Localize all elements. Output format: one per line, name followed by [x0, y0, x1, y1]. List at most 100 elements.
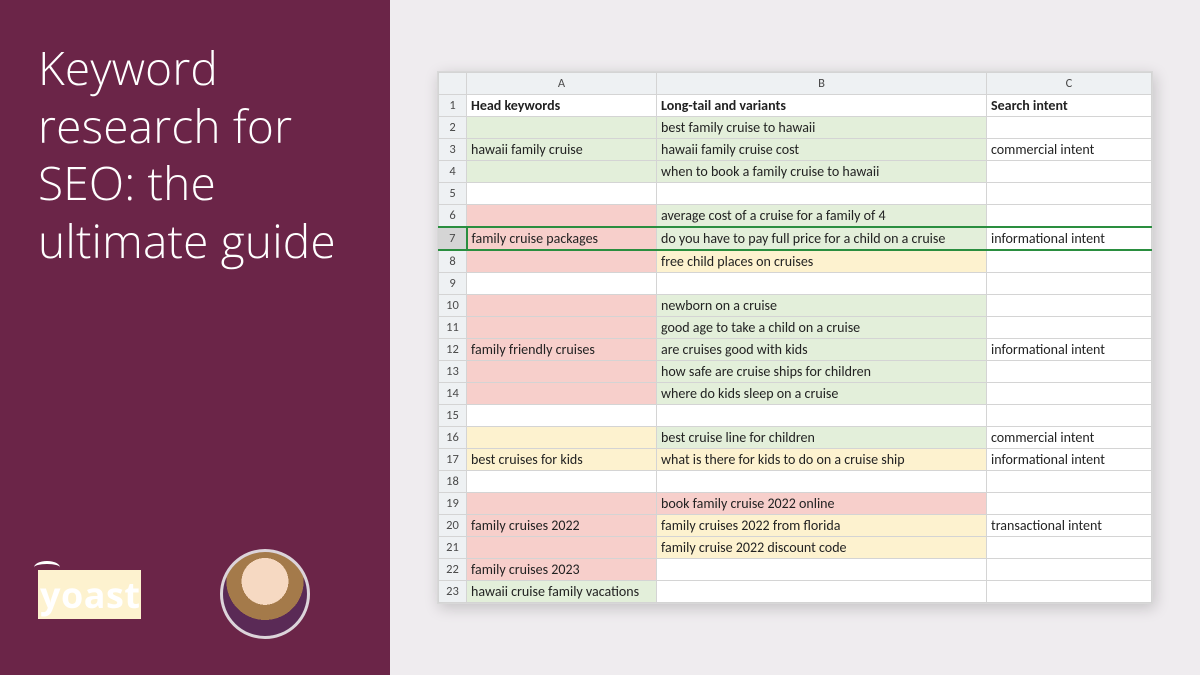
- cell-A[interactable]: [467, 471, 657, 493]
- cell-C[interactable]: [987, 405, 1152, 427]
- row-header[interactable]: 13: [439, 361, 467, 383]
- row-header[interactable]: 11: [439, 317, 467, 339]
- row-header[interactable]: 9: [439, 273, 467, 295]
- row-header[interactable]: 22: [439, 559, 467, 581]
- cell-A[interactable]: [467, 427, 657, 449]
- col-header-B[interactable]: B: [657, 73, 987, 95]
- cell-B[interactable]: are cruises good with kids: [657, 339, 987, 361]
- cell-B[interactable]: Long-tail and variants: [657, 95, 987, 117]
- cell-C[interactable]: [987, 493, 1152, 515]
- row-header[interactable]: 17: [439, 449, 467, 471]
- cell-C[interactable]: [987, 295, 1152, 317]
- cell-A[interactable]: [467, 405, 657, 427]
- cell-C[interactable]: [987, 117, 1152, 139]
- cell-A[interactable]: family cruises 2023: [467, 559, 657, 581]
- row-header[interactable]: 21: [439, 537, 467, 559]
- cell-B[interactable]: best family cruise to hawaii: [657, 117, 987, 139]
- row-header[interactable]: 20: [439, 515, 467, 537]
- row-header[interactable]: 19: [439, 493, 467, 515]
- cell-C[interactable]: [987, 471, 1152, 493]
- cell-A[interactable]: [467, 250, 657, 273]
- col-header-A[interactable]: A: [467, 73, 657, 95]
- cell-C[interactable]: [987, 317, 1152, 339]
- cell-B[interactable]: hawaii family cruise cost: [657, 139, 987, 161]
- cell-A[interactable]: family friendly cruises: [467, 339, 657, 361]
- cell-A[interactable]: [467, 383, 657, 405]
- spreadsheet-table: A B C 1Head keywordsLong-tail and varian…: [438, 72, 1152, 603]
- cell-A[interactable]: family cruises 2022: [467, 515, 657, 537]
- col-header-C[interactable]: C: [987, 73, 1152, 95]
- row-header[interactable]: 4: [439, 161, 467, 183]
- row-header[interactable]: 12: [439, 339, 467, 361]
- select-all-corner[interactable]: [439, 73, 467, 95]
- cell-B[interactable]: average cost of a cruise for a family of…: [657, 205, 987, 228]
- row-header[interactable]: 23: [439, 581, 467, 603]
- cell-A[interactable]: [467, 183, 657, 205]
- cell-A[interactable]: [467, 161, 657, 183]
- cell-B[interactable]: [657, 581, 987, 603]
- table-row: 1Head keywordsLong-tail and variantsSear…: [439, 95, 1152, 117]
- row-header[interactable]: 3: [439, 139, 467, 161]
- cell-C[interactable]: [987, 361, 1152, 383]
- cell-A[interactable]: [467, 205, 657, 228]
- row-header[interactable]: 5: [439, 183, 467, 205]
- cell-A[interactable]: Head keywords: [467, 95, 657, 117]
- column-header-row: A B C: [439, 73, 1152, 95]
- cell-B[interactable]: when to book a family cruise to hawaii: [657, 161, 987, 183]
- row-header[interactable]: 14: [439, 383, 467, 405]
- cell-B[interactable]: good age to take a child on a cruise: [657, 317, 987, 339]
- cell-B[interactable]: how safe are cruise ships for children: [657, 361, 987, 383]
- cell-B[interactable]: [657, 183, 987, 205]
- cell-C[interactable]: [987, 161, 1152, 183]
- cell-C[interactable]: [987, 559, 1152, 581]
- cell-C[interactable]: [987, 383, 1152, 405]
- cell-B[interactable]: newborn on a cruise: [657, 295, 987, 317]
- cell-C[interactable]: [987, 250, 1152, 273]
- row-header[interactable]: 16: [439, 427, 467, 449]
- cell-C[interactable]: [987, 183, 1152, 205]
- cell-B[interactable]: best cruise line for children: [657, 427, 987, 449]
- cell-B[interactable]: [657, 273, 987, 295]
- cell-C[interactable]: transactional intent: [987, 515, 1152, 537]
- cell-B[interactable]: family cruise 2022 discount code: [657, 537, 987, 559]
- cell-C[interactable]: informational intent: [987, 227, 1152, 250]
- row-header[interactable]: 2: [439, 117, 467, 139]
- cell-B[interactable]: [657, 471, 987, 493]
- cell-A[interactable]: hawaii cruise family vacations: [467, 581, 657, 603]
- cell-B[interactable]: what is there for kids to do on a cruise…: [657, 449, 987, 471]
- cell-B[interactable]: [657, 559, 987, 581]
- row-header[interactable]: 18: [439, 471, 467, 493]
- cell-A[interactable]: hawaii family cruise: [467, 139, 657, 161]
- cell-A[interactable]: [467, 117, 657, 139]
- cell-B[interactable]: where do kids sleep on a cruise: [657, 383, 987, 405]
- row-header[interactable]: 15: [439, 405, 467, 427]
- cell-C[interactable]: [987, 205, 1152, 228]
- cell-A[interactable]: [467, 295, 657, 317]
- cell-C[interactable]: [987, 273, 1152, 295]
- cell-B[interactable]: [657, 405, 987, 427]
- cell-C[interactable]: Search intent: [987, 95, 1152, 117]
- cell-C[interactable]: commercial intent: [987, 139, 1152, 161]
- cell-B[interactable]: free child places on cruises: [657, 250, 987, 273]
- cell-A[interactable]: family cruise packages: [467, 227, 657, 250]
- row-header[interactable]: 7: [439, 227, 467, 250]
- cell-A[interactable]: [467, 273, 657, 295]
- table-row: 4 when to book a family cruise to hawaii: [439, 161, 1152, 183]
- row-header[interactable]: 10: [439, 295, 467, 317]
- row-header[interactable]: 8: [439, 250, 467, 273]
- cell-C[interactable]: [987, 581, 1152, 603]
- cell-A[interactable]: [467, 537, 657, 559]
- cell-A[interactable]: [467, 361, 657, 383]
- cell-C[interactable]: [987, 537, 1152, 559]
- cell-C[interactable]: informational intent: [987, 339, 1152, 361]
- row-header[interactable]: 1: [439, 95, 467, 117]
- cell-B[interactable]: family cruises 2022 from florida: [657, 515, 987, 537]
- cell-B[interactable]: book family cruise 2022 online: [657, 493, 987, 515]
- cell-A[interactable]: [467, 317, 657, 339]
- cell-B[interactable]: do you have to pay full price for a chil…: [657, 227, 987, 250]
- cell-C[interactable]: commercial intent: [987, 427, 1152, 449]
- cell-C[interactable]: informational intent: [987, 449, 1152, 471]
- row-header[interactable]: 6: [439, 205, 467, 228]
- cell-A[interactable]: [467, 493, 657, 515]
- cell-A[interactable]: best cruises for kids: [467, 449, 657, 471]
